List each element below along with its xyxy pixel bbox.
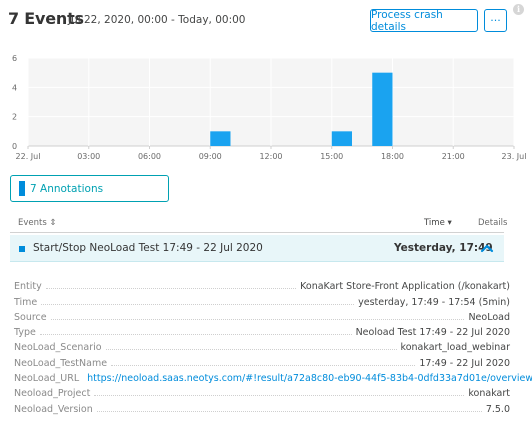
leader-dots	[41, 303, 355, 305]
event-row[interactable]: Start/Stop NeoLoad Test 17:49 - 22 Jul 2…	[10, 235, 504, 262]
info-icon[interactable]: i	[513, 4, 524, 15]
detail-row: Source NeoLoad	[14, 308, 510, 323]
detail-value: KonaKart Store-Front Application (/konak…	[296, 281, 510, 293]
detail-value: konakart	[464, 388, 510, 400]
more-options-button[interactable]: ···	[484, 9, 507, 32]
detail-row: NeoLoad_Scenario konakart_load_webinar	[14, 338, 510, 354]
events-chart: 0 2 4 6 22. Jul 03:00 06:00 09:00 12:00 15:00 18:0…	[12, 54, 527, 161]
x-tick-label: 09:00	[199, 152, 222, 161]
time-column-header[interactable]: Time ▾	[424, 218, 452, 228]
detail-value: 17:49 - 22 Jul 2020	[415, 357, 510, 369]
x-tick-label: 21:00	[442, 152, 465, 161]
leader-dots	[45, 288, 297, 290]
detail-key: NeoLoad_TestName	[14, 357, 112, 369]
x-tick-label: 22. Jul	[16, 152, 41, 161]
detail-key: Neoload_Version	[14, 403, 97, 415]
event-name: Start/Stop NeoLoad Test 17:49 - 22 Jul 2…	[33, 242, 263, 254]
event-details: Entity KonaKart Store-Front Application (…	[14, 277, 532, 415]
annotations-toggle[interactable]: 7 Annotations	[10, 175, 169, 202]
detail-row: NeoLoad_TestName 17:49 - 22 Jul 2020	[14, 353, 510, 369]
x-tick-label: 03:00	[77, 152, 100, 161]
detail-key: Type	[14, 327, 40, 339]
event-marker-icon	[19, 246, 25, 252]
leader-dots	[96, 410, 482, 412]
process-crash-details-button[interactable]: Process crash details	[370, 9, 478, 33]
leader-dots	[50, 318, 465, 320]
annotations-label: 7 Annotations	[30, 182, 104, 195]
events-column-header[interactable]: Events ⇕	[18, 218, 57, 228]
detail-row: Neoload_Version 7.5.0	[14, 399, 510, 415]
chevron-up-icon[interactable]	[478, 239, 496, 257]
leader-dots	[94, 395, 465, 397]
event-bar	[210, 131, 231, 146]
detail-value: NeoLoad	[464, 311, 510, 323]
x-tick-label: 12:00	[259, 152, 282, 161]
y-tick-label: 2	[12, 113, 17, 122]
x-tick-label: 23. Jul	[502, 152, 527, 161]
detail-value: yesterday, 17:49 - 17:54 (5min)	[354, 296, 510, 308]
timeframe-label: Jul 22, 2020, 00:00 - Today, 00:00	[68, 14, 246, 26]
detail-row: Entity KonaKart Store-Front Application (…	[14, 277, 510, 293]
events-table-header: Events ⇕ Time ▾ Details	[10, 215, 508, 233]
detail-key: Entity	[14, 281, 46, 293]
detail-row: Time yesterday, 17:49 - 17:54 (5min)	[14, 292, 510, 308]
detail-key: Neoload_Project	[14, 388, 95, 400]
detail-key: Time	[14, 296, 42, 308]
event-bar	[372, 72, 393, 146]
leader-dots	[39, 334, 352, 336]
detail-row: Neoload_Project konakart	[14, 384, 510, 400]
detail-key: NeoLoad_Scenario	[14, 342, 106, 354]
leader-dots	[111, 364, 416, 366]
header: 7 Events Jul 22, 2020, 00:00 - Today, 00…	[0, 0, 532, 40]
detail-row: NeoLoad_URL https://neoload.saas.neotys.c…	[14, 369, 532, 385]
detail-value: Neoload Test 17:49 - 22 Jul 2020	[351, 327, 510, 339]
x-tick-label: 18:00	[381, 152, 404, 161]
event-bar	[331, 131, 352, 146]
detail-link[interactable]: https://neoload.saas.neotys.com/#!result…	[83, 373, 532, 385]
x-tick-label: 15:00	[320, 152, 343, 161]
details-column-header: Details	[478, 218, 508, 228]
x-tick-label: 06:00	[138, 152, 161, 161]
y-tick-label: 0	[12, 142, 17, 151]
leader-dots	[105, 349, 397, 351]
detail-key: Source	[14, 311, 51, 323]
annotation-marker-icon	[19, 181, 25, 196]
detail-key: NeoLoad_URL	[14, 373, 84, 385]
y-tick-label: 4	[12, 83, 17, 92]
detail-value: 7.5.0	[481, 403, 510, 415]
y-tick-label: 6	[12, 54, 17, 63]
detail-row: Type Neoload Test 17:49 - 22 Jul 2020	[14, 323, 510, 339]
detail-value: konakart_load_webinar	[396, 342, 510, 354]
